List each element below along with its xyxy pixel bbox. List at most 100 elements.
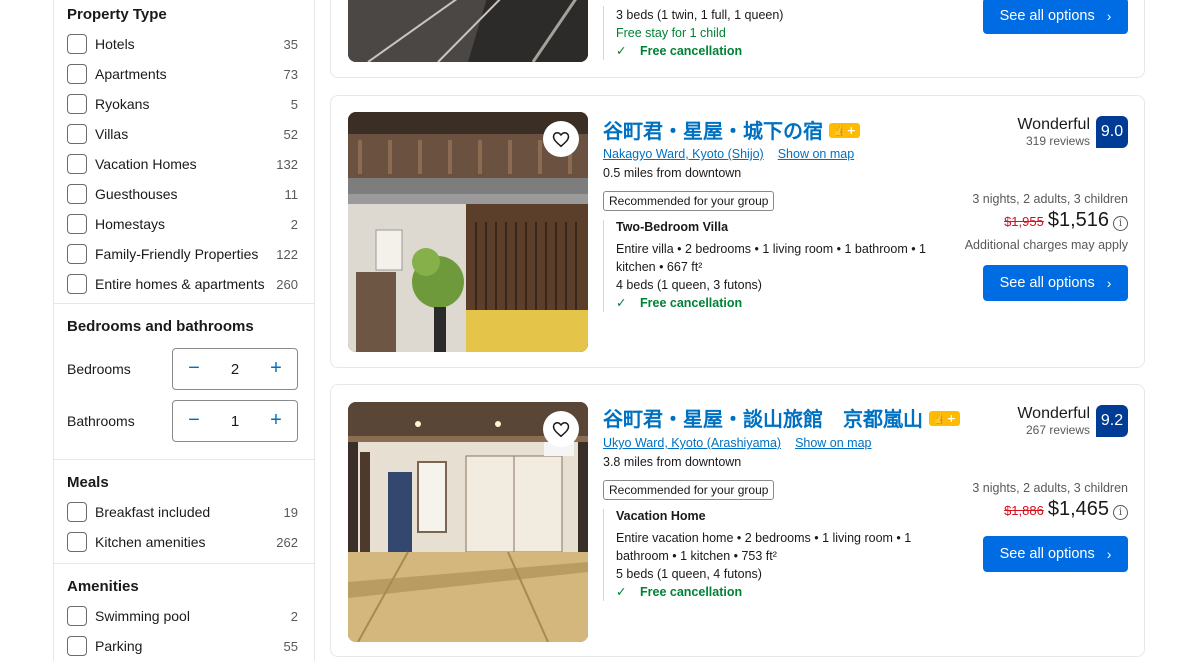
score-badge: 9.2 bbox=[1096, 405, 1128, 437]
see-all-options-button[interactable]: See all options › bbox=[983, 536, 1128, 572]
filter-option-label: Entire homes & apartments bbox=[95, 276, 265, 292]
score-label: Wonderful bbox=[1017, 116, 1090, 133]
checkbox[interactable] bbox=[67, 94, 87, 114]
heart-icon bbox=[552, 421, 570, 437]
filter-option[interactable]: Kitchen amenities 262 bbox=[67, 527, 314, 557]
filter-option[interactable]: Ryokans 5 bbox=[67, 89, 314, 119]
save-to-favorites-button[interactable] bbox=[543, 411, 579, 447]
check-icon: ✓ bbox=[616, 296, 627, 310]
bed-configuration: 3 beds (1 twin, 1 full, 1 queen) bbox=[616, 8, 784, 22]
property-location: Nakagyo Ward, Kyoto (Shijo) Show on map bbox=[603, 147, 854, 161]
bedrooms-label: Bedrooms bbox=[67, 361, 131, 377]
info-icon[interactable]: i bbox=[1113, 505, 1128, 520]
show-on-map-link[interactable]: Show on map bbox=[795, 436, 871, 450]
preferred-partner-icon: 👍+ bbox=[829, 123, 860, 138]
checkbox[interactable] bbox=[67, 184, 87, 204]
price: $1,886 $1,465 i bbox=[1004, 498, 1128, 521]
info-icon[interactable]: i bbox=[1113, 216, 1128, 231]
property-title[interactable]: 谷町君・星屋・城下の宿 👍+ bbox=[603, 115, 860, 144]
filter-option[interactable]: Family-Friendly Properties 122 bbox=[67, 239, 314, 269]
checkbox[interactable] bbox=[67, 214, 87, 234]
filter-option-label: Homestays bbox=[95, 216, 166, 232]
filter-option-count: 52 bbox=[283, 126, 298, 142]
filters-sidebar: Property Type Hotels 35 Apartments 73 Ryokan… bbox=[53, 0, 315, 661]
filter-title: Amenities bbox=[67, 578, 139, 595]
bed-configuration: 4 beds (1 queen, 3 futons) bbox=[616, 278, 762, 292]
property-card: 3 beds (1 twin, 1 full, 1 queen) Free st… bbox=[330, 0, 1145, 78]
property-photo[interactable] bbox=[348, 402, 588, 642]
bedrooms-row: Bedrooms − 2 + bbox=[67, 343, 298, 395]
free-cancellation: ✓ Free cancellation bbox=[616, 44, 743, 58]
increase-bathrooms-button[interactable]: + bbox=[265, 410, 287, 432]
checkbox[interactable] bbox=[67, 124, 87, 144]
property-photo[interactable] bbox=[348, 0, 588, 62]
property-card: 谷町君・星屋・談山旅館 京都嵐山 👍+ Ukyo Ward, Kyoto (Ara… bbox=[330, 384, 1145, 657]
distance-from-downtown: 0.5 miles from downtown bbox=[603, 166, 742, 180]
filter-option-count: 132 bbox=[276, 156, 298, 172]
checkbox[interactable] bbox=[67, 274, 87, 294]
decrease-bedrooms-button[interactable]: − bbox=[183, 358, 205, 380]
property-title[interactable]: 谷町君・星屋・談山旅館 京都嵐山 👍+ bbox=[603, 403, 960, 432]
filter-option-label: Parking bbox=[95, 638, 143, 654]
filter-option[interactable]: Guesthouses 11 bbox=[67, 179, 314, 209]
amenities-filter: Amenities Swimming pool 2 Parking 55 bbox=[54, 564, 314, 661]
checkbox[interactable] bbox=[67, 636, 87, 656]
see-all-options-button[interactable]: See all options › bbox=[983, 0, 1128, 34]
filter-option[interactable]: Vacation Homes 132 bbox=[67, 149, 314, 179]
checkbox[interactable] bbox=[67, 64, 87, 84]
save-to-favorites-button[interactable] bbox=[543, 121, 579, 157]
filter-option[interactable]: Swimming pool 2 bbox=[67, 601, 314, 631]
filter-option-label: Ryokans bbox=[95, 96, 150, 112]
checkbox[interactable] bbox=[67, 34, 87, 54]
bedrooms-value: 2 bbox=[230, 360, 240, 378]
price: $1,955 $1,516 i bbox=[1004, 209, 1128, 232]
meals-filter: Meals Breakfast included 19 Kitchen amenit… bbox=[54, 460, 314, 564]
filter-option-label: Kitchen amenities bbox=[95, 534, 206, 550]
property-card: 谷町君・星屋・城下の宿 👍+ Nakagyo Ward, Kyoto (Shijo… bbox=[330, 95, 1145, 368]
review-score[interactable]: Wonderful 319 reviews 9.0 bbox=[1017, 116, 1128, 148]
bedrooms-bathrooms-filter: Bedrooms and bathrooms Bedrooms − 2 + Ba… bbox=[54, 304, 314, 460]
check-icon: ✓ bbox=[616, 585, 627, 599]
checkbox[interactable] bbox=[67, 532, 87, 552]
stay-summary: 3 nights, 2 adults, 3 children bbox=[972, 192, 1128, 206]
filter-option-count: 122 bbox=[276, 246, 298, 262]
filter-option[interactable]: Villas 52 bbox=[67, 119, 314, 149]
filter-option[interactable]: Breakfast included 19 bbox=[67, 497, 314, 527]
area-link[interactable]: Ukyo Ward, Kyoto (Arashiyama) bbox=[603, 436, 781, 450]
bedrooms-stepper: − 2 + bbox=[172, 348, 298, 390]
heart-icon bbox=[552, 131, 570, 147]
unit-name: Two-Bedroom Villa bbox=[616, 220, 729, 234]
filter-option[interactable]: Homestays 2 bbox=[67, 209, 314, 239]
checkbox[interactable] bbox=[67, 502, 87, 522]
review-score[interactable]: Wonderful 267 reviews 9.2 bbox=[1017, 405, 1128, 437]
preferred-partner-icon: 👍+ bbox=[929, 411, 960, 426]
checkbox[interactable] bbox=[67, 154, 87, 174]
parking-lot-image bbox=[348, 0, 588, 62]
chevron-right-icon: › bbox=[1106, 8, 1112, 24]
decrease-bathrooms-button[interactable]: − bbox=[183, 410, 205, 432]
filter-option-label: Apartments bbox=[95, 66, 167, 82]
unit-name: Vacation Home bbox=[616, 509, 706, 523]
filter-option-count: 55 bbox=[283, 638, 298, 654]
filter-option[interactable]: Entire homes & apartments 260 bbox=[67, 269, 314, 299]
recommended-badge: Recommended for your group bbox=[603, 480, 775, 500]
free-cancellation: ✓ Free cancellation bbox=[616, 296, 743, 310]
filter-option-label: Hotels bbox=[95, 36, 135, 52]
property-photo[interactable] bbox=[348, 112, 588, 352]
filter-title: Property Type bbox=[67, 6, 167, 23]
chevron-right-icon: › bbox=[1106, 275, 1112, 291]
increase-bedrooms-button[interactable]: + bbox=[265, 358, 287, 380]
filter-option[interactable]: Parking 55 bbox=[67, 631, 314, 661]
area-link[interactable]: Nakagyo Ward, Kyoto (Shijo) bbox=[603, 147, 764, 161]
checkbox[interactable] bbox=[67, 244, 87, 264]
filter-option[interactable]: Hotels 35 bbox=[67, 29, 314, 59]
score-label: Wonderful bbox=[1017, 405, 1090, 422]
show-on-map-link[interactable]: Show on map bbox=[778, 147, 854, 161]
checkbox[interactable] bbox=[67, 606, 87, 626]
filter-title: Bedrooms and bathrooms bbox=[67, 318, 254, 335]
recommended-badge: Recommended for your group bbox=[603, 191, 775, 211]
filter-option[interactable]: Apartments 73 bbox=[67, 59, 314, 89]
bed-configuration: 5 beds (1 queen, 4 futons) bbox=[616, 567, 762, 581]
bathrooms-stepper: − 1 + bbox=[172, 400, 298, 442]
see-all-options-button[interactable]: See all options › bbox=[983, 265, 1128, 301]
